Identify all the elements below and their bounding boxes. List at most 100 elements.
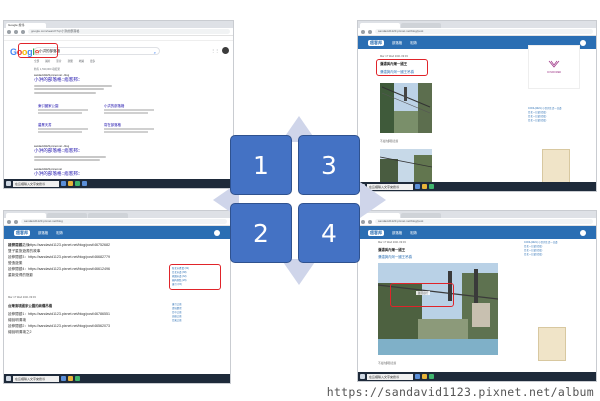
ad-banner[interactable]: COSMOMED xyxy=(528,45,580,89)
bridge-photo[interactable] xyxy=(380,83,432,133)
pixnet-logo[interactable]: 痞客邦 xyxy=(14,229,30,236)
sidebar-links: COOL(2021) 小洪的生活一日遊 台北一日遊(北投) 台北一日遊(北投) … xyxy=(528,107,590,123)
sitelink-title[interactable]: 農業天書 xyxy=(38,122,90,127)
chrome-icon[interactable] xyxy=(429,374,434,379)
app-icon[interactable] xyxy=(82,181,87,186)
bookmarks-bar xyxy=(4,36,233,41)
sitelink-title[interactable]: 小洪的部落格 xyxy=(104,103,156,108)
start-icon[interactable] xyxy=(6,181,11,186)
step-tile-1: 1 xyxy=(230,135,292,195)
sitelink-title[interactable]: 寫在部落格 xyxy=(104,122,156,127)
pixnet-logo[interactable]: 痞客邦 xyxy=(368,39,384,46)
sitelink-title[interactable]: 東引國家公園 xyxy=(38,103,90,108)
result-title[interactable]: 小洪的部落格::痞客邦:: xyxy=(34,148,114,154)
start-icon[interactable] xyxy=(6,376,11,381)
menu-item[interactable]: 相簿 xyxy=(56,230,63,235)
book-ad-image[interactable] xyxy=(538,327,566,361)
search-result[interactable]: sandavid1123.pixnet.net 小洪的部落格::痞客邦:: xyxy=(34,168,114,177)
search-result[interactable]: sandavid1123.pixnet.net › blog 小洪的部落格::痞… xyxy=(34,74,114,94)
photo-label: 聯邦銀行 xyxy=(416,291,431,295)
text-line: 總說明清境之2 xyxy=(8,330,32,334)
taskbar: 在這裡輸入文字來搜尋 xyxy=(4,179,233,188)
chrome-icon[interactable] xyxy=(75,376,80,381)
chrome-icon[interactable] xyxy=(75,181,80,186)
sitelink[interactable]: 寫在部落格 xyxy=(104,122,156,133)
bridge-photo[interactable] xyxy=(380,149,432,185)
search-tab[interactable]: 新聞 xyxy=(68,59,73,63)
taskbar-search[interactable]: 在這裡輸入文字來搜尋 xyxy=(13,375,59,382)
browser-tab[interactable] xyxy=(47,213,87,218)
browser-tab[interactable] xyxy=(6,213,46,218)
ad-text: COSMOMED xyxy=(546,71,562,75)
taskbar-search[interactable]: 在這裡輸入文字來搜尋 xyxy=(13,180,59,187)
apps-grid-icon[interactable]: ⋮⋮ xyxy=(211,48,219,53)
result-title[interactable]: 小洪的部落格::痞客邦:: xyxy=(34,171,114,177)
sitelink[interactable]: 東引國家公園 xyxy=(38,103,90,114)
sidebar-link[interactable]: 台北一日遊(北投) xyxy=(528,119,590,123)
browser-tab[interactable] xyxy=(88,213,128,218)
app-icon[interactable] xyxy=(415,184,420,189)
folder-icon[interactable] xyxy=(68,181,73,186)
forward-icon[interactable] xyxy=(14,29,18,34)
sidebar-link[interactable]: 台北一日遊(北投) xyxy=(524,253,590,257)
brand-logo-icon xyxy=(548,60,560,68)
step-tile-2: 2 xyxy=(230,203,292,263)
browser-tab[interactable] xyxy=(401,23,441,28)
folder-icon[interactable] xyxy=(422,374,427,379)
highlight-search-box xyxy=(18,43,58,58)
screenshot-3-blog-post: sandavid1123.pixnet.net/blog/post 痞客邦 部落… xyxy=(357,20,597,192)
search-result[interactable]: sandavid1123.pixnet.net › blog 小洪的部落格::痞… xyxy=(34,145,114,161)
user-icon[interactable] xyxy=(580,39,586,46)
sitelink[interactable]: 小洪的部落格 xyxy=(104,103,156,114)
menu-item[interactable]: 部落格 xyxy=(38,230,48,235)
search-tab[interactable]: 全部 xyxy=(34,59,39,63)
search-tab[interactable]: 地圖 xyxy=(79,59,84,63)
browser-tabbar: Google 搜尋 xyxy=(4,21,233,28)
sidebar-archive-list: 東引之旅 清境農場 台中之旅 高雄之旅 台東之旅 xyxy=(172,303,216,323)
search-tab[interactable]: 影片 xyxy=(56,59,61,63)
reload-icon[interactable] xyxy=(368,29,372,34)
screenshot-2-blog-archive: sandavid1123.pixnet.net/blog 痞客邦 部落格 相簿 … xyxy=(3,210,231,384)
reload-icon[interactable] xyxy=(21,29,25,34)
sitelink[interactable]: 農業天書 xyxy=(38,122,90,133)
address-bar[interactable]: sandavid1123.pixnet.net/blog xyxy=(21,219,227,224)
address-bar[interactable]: google.com/search?q=小洪的部落格 xyxy=(28,29,230,34)
menu-item[interactable]: 部落格 xyxy=(392,230,402,235)
address-bar[interactable]: sandavid1123.pixnet.net/blog/post xyxy=(375,219,593,224)
search-tab[interactable]: 更多 xyxy=(90,59,95,63)
blog-header: 痞客邦 部落格 相簿 xyxy=(358,226,596,239)
post-list-bottom: 延伸閱讀1：https://sandavid1123.pixnet.net/bl… xyxy=(8,311,158,335)
screenshot-1-google-search: Google 搜尋 google.com/search?q=小洪的部落格 Goo… xyxy=(3,20,234,189)
browser-tab[interactable] xyxy=(360,23,400,28)
post-title[interactable]: 台灣清境國家公園的絢爛吊橋 xyxy=(8,303,52,308)
bridge-photo-large[interactable] xyxy=(378,263,498,355)
back-icon[interactable] xyxy=(7,29,11,34)
browser-tab[interactable]: Google 搜尋 xyxy=(6,23,46,28)
avatar[interactable] xyxy=(222,47,229,54)
taskbar-search[interactable]: 在這裡輸入文字來搜尋 xyxy=(367,373,413,380)
sidebar-links: COOL(2021) 小洪的生活一日遊 台北一日遊(北投) 台北一日遊(北投) … xyxy=(524,241,590,257)
reload-icon[interactable] xyxy=(14,219,18,224)
folder-icon[interactable] xyxy=(422,184,427,189)
menu-item[interactable]: 相簿 xyxy=(410,40,417,45)
user-icon[interactable] xyxy=(580,229,586,236)
back-icon[interactable] xyxy=(7,219,11,224)
menu-item[interactable]: 相簿 xyxy=(410,230,417,235)
search-tab[interactable]: 圖片 xyxy=(45,59,50,63)
browser-tab[interactable] xyxy=(401,213,441,218)
composite-screenshot: Google 搜尋 google.com/search?q=小洪的部落格 Goo… xyxy=(0,0,600,401)
menu-item[interactable]: 部落格 xyxy=(392,40,402,45)
app-icon[interactable] xyxy=(415,374,420,379)
app-icon[interactable] xyxy=(61,376,66,381)
back-icon[interactable] xyxy=(361,29,365,34)
app-icon[interactable] xyxy=(61,181,66,186)
address-bar-row: sandavid1123.pixnet.net/blog/post xyxy=(358,28,596,36)
start-icon[interactable] xyxy=(360,374,365,379)
archive-link[interactable]: 台東之旅 xyxy=(172,319,216,323)
book-ad-image[interactable] xyxy=(542,149,570,183)
address-bar[interactable]: sandavid1123.pixnet.net/blog/post xyxy=(375,29,593,34)
search-icon[interactable]: ⌕ xyxy=(154,49,156,56)
chrome-icon[interactable] xyxy=(429,184,434,189)
folder-icon[interactable] xyxy=(68,376,73,381)
result-title[interactable]: 小洪的部落格::痞客邦:: xyxy=(34,77,114,83)
